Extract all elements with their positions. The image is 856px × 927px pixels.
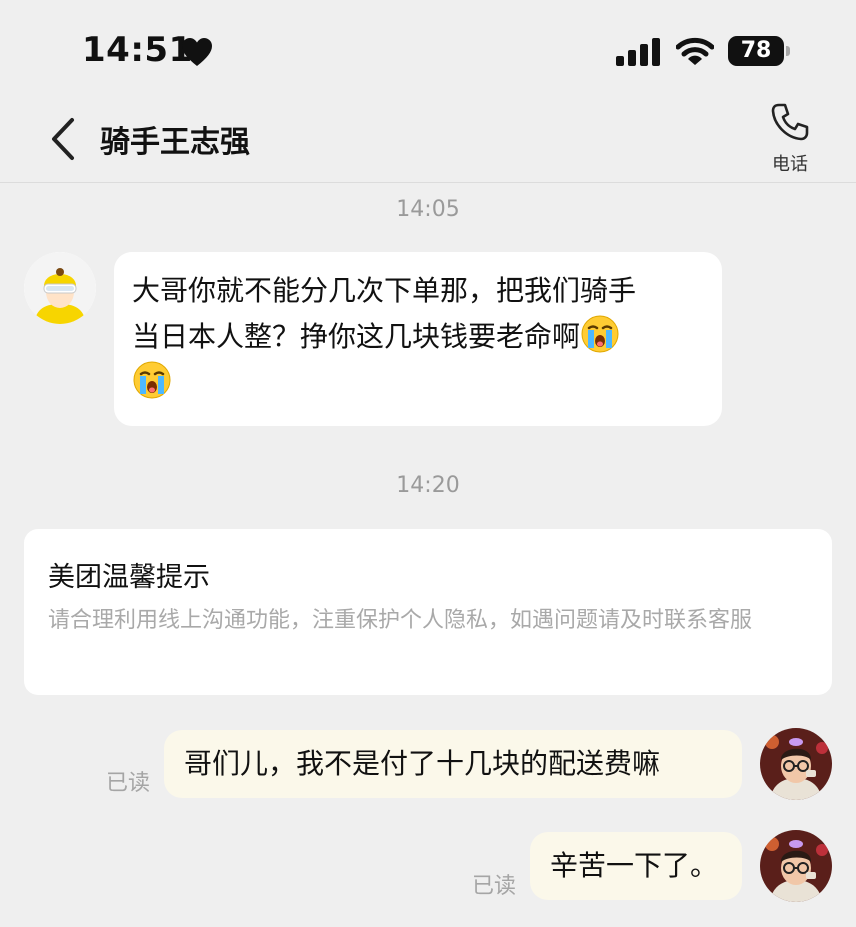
read-status: 已读	[472, 874, 517, 899]
status-time: 14:51	[82, 30, 193, 70]
phone-icon	[771, 103, 809, 141]
battery-level: 78	[728, 36, 784, 66]
loudly-crying-face-emoji-icon	[133, 361, 171, 399]
call-button[interactable]: 电话	[760, 100, 820, 178]
battery-icon: 78	[728, 36, 792, 66]
timestamp: 14:05	[396, 197, 460, 222]
rider-avatar-image	[24, 252, 96, 324]
back-chevron-icon[interactable]	[48, 116, 78, 162]
timestamp: 14:20	[396, 473, 460, 498]
heart-icon	[182, 38, 212, 66]
message-text-line: 当日本人整？挣你这几块钱要老命啊	[132, 320, 581, 353]
loudly-crying-face-emoji-icon	[581, 315, 619, 353]
message-text-line: 大哥你就不能分几次下单那，把我们骑手	[132, 274, 637, 307]
notice-title: 美团温馨提示	[48, 562, 210, 593]
read-status: 已读	[106, 771, 151, 796]
incoming-message[interactable]: 大哥你就不能分几次下单那，把我们骑手 当日本人整？挣你这几块钱要老命啊	[114, 252, 722, 426]
user-avatar-image	[760, 728, 832, 800]
battery-cap	[786, 46, 790, 56]
status-bar: 14:51 78	[0, 0, 856, 100]
message-emoji-line	[132, 360, 704, 406]
signal-icon	[616, 38, 660, 66]
page-title: 骑手王志强	[100, 125, 250, 160]
chat-header: 骑手王志强 电话	[0, 100, 856, 183]
system-notice-card: 美团温馨提示 请合理利用线上沟通功能，注重保护个人隐私，如遇问题请及时联系客服	[24, 529, 832, 695]
outgoing-message[interactable]: 哥们儿，我不是付了十几块的配送费嘛	[164, 730, 742, 798]
call-label: 电话	[772, 154, 808, 175]
user-avatar[interactable]	[760, 728, 832, 800]
outgoing-message[interactable]: 辛苦一下了。	[530, 832, 742, 900]
wifi-icon	[676, 37, 714, 65]
user-avatar[interactable]	[760, 830, 832, 902]
rider-avatar[interactable]	[24, 252, 96, 324]
message-text-line: 当日本人整？挣你这几块钱要老命啊	[132, 314, 704, 360]
notice-body: 请合理利用线上沟通功能，注重保护个人隐私，如遇问题请及时联系客服	[48, 608, 753, 633]
user-avatar-image	[760, 830, 832, 902]
